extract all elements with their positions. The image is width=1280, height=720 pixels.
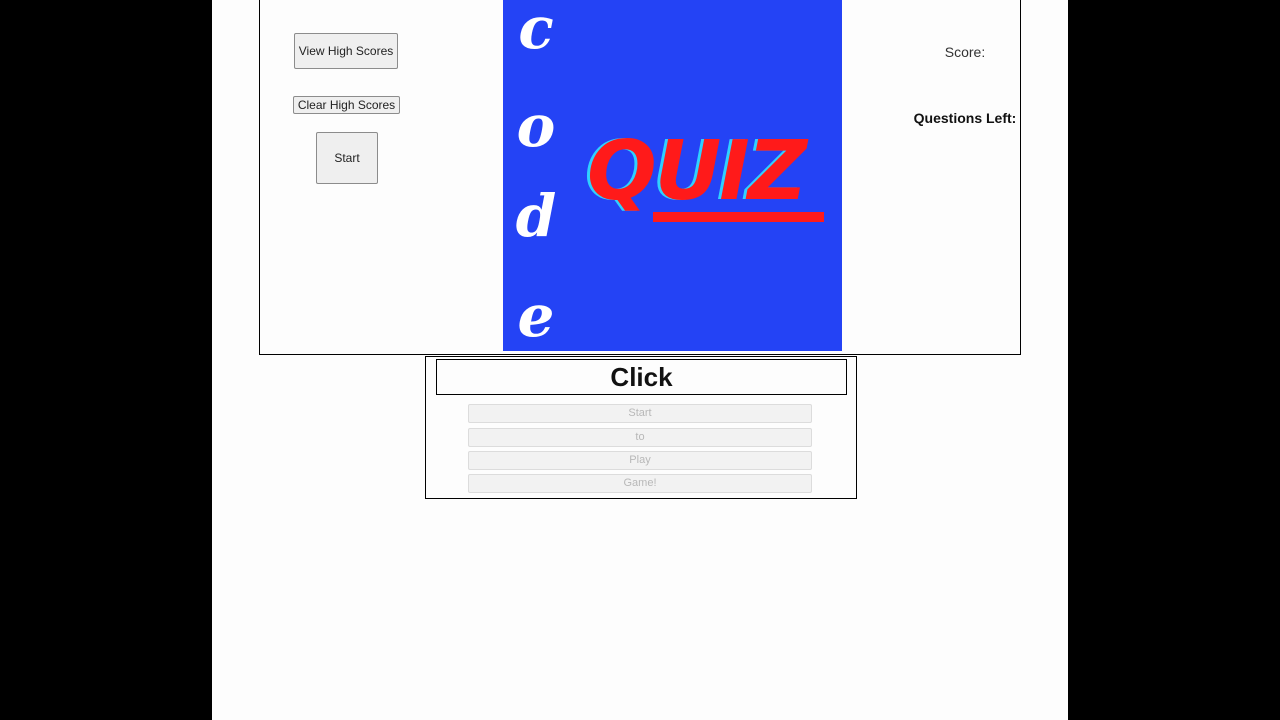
logo-quiz-word: QUIZ (587, 124, 807, 219)
question-text: Click (436, 359, 847, 395)
questions-left-label: Questions Left: (913, 110, 1017, 126)
logo-letter-d: d (515, 182, 557, 250)
clear-high-scores-button[interactable]: Clear High Scores (293, 96, 400, 114)
answer-button-2[interactable]: to (468, 428, 812, 447)
answer-button-3[interactable]: Play (468, 451, 812, 470)
logo-letter-e: e (517, 282, 555, 350)
logo-letter-c: c (518, 0, 554, 62)
score-label: Score: (944, 44, 986, 60)
view-high-scores-button[interactable]: View High Scores (294, 33, 398, 69)
start-button[interactable]: Start (316, 132, 378, 184)
logo-underline (653, 212, 824, 222)
answer-button-4[interactable]: Game! (468, 474, 812, 493)
answer-button-1[interactable]: Start (468, 404, 812, 423)
logo-letter-o: o (516, 92, 556, 160)
code-quiz-logo: c o d e QUIZ (503, 0, 842, 351)
